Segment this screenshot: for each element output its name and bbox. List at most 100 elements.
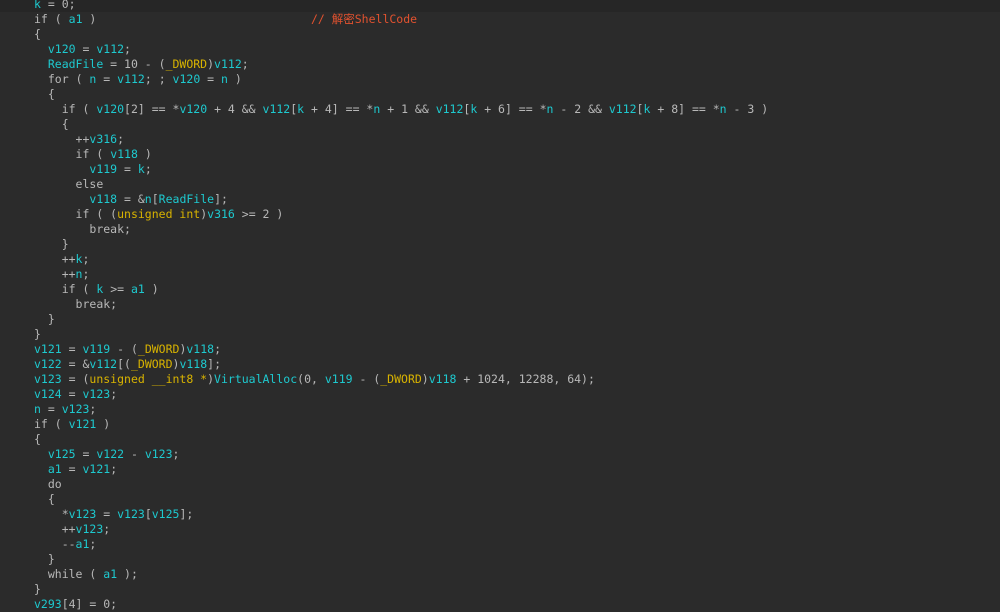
- punctuation-token: - (: [110, 342, 138, 356]
- code-line[interactable]: v118 = &n[ReadFile];: [34, 192, 1000, 207]
- punctuation-token: - (: [352, 372, 381, 386]
- punctuation-token: ;: [89, 402, 97, 416]
- punctuation-token: ;: [110, 297, 118, 311]
- identifier-token: v118: [179, 357, 208, 371]
- keyword-token: do: [47, 477, 62, 491]
- code-line[interactable]: n = v123;: [34, 402, 1000, 417]
- punctuation-token: ): [82, 12, 311, 26]
- code-line[interactable]: break;: [34, 297, 1000, 312]
- code-line[interactable]: ++k;: [34, 252, 1000, 267]
- punctuation-token: >=: [103, 282, 131, 296]
- punctuation-token: ( (: [89, 207, 118, 221]
- punctuation-token: (: [47, 417, 69, 431]
- punctuation-token: - 3 ): [726, 102, 769, 116]
- identifier-token: v316: [89, 132, 118, 146]
- code-line[interactable]: else: [34, 177, 1000, 192]
- punctuation-token: (0,: [297, 372, 325, 386]
- punctuation-token: }: [34, 237, 69, 251]
- identifier-token: v122: [96, 447, 125, 461]
- code-line[interactable]: }: [34, 582, 1000, 597]
- code-line[interactable]: ++v316;: [34, 132, 1000, 147]
- identifier-token: n: [34, 402, 41, 416]
- code-line[interactable]: do: [34, 477, 1000, 492]
- punctuation-token: ;: [117, 132, 125, 146]
- code-line[interactable]: }: [34, 327, 1000, 342]
- code-line[interactable]: {: [34, 87, 1000, 102]
- code-line[interactable]: {: [34, 492, 1000, 507]
- code-line[interactable]: v121 = v119 - (_DWORD)v118;: [34, 342, 1000, 357]
- type-cast-token: unsigned int: [117, 207, 201, 221]
- code-line[interactable]: v120 = v112;: [34, 42, 1000, 57]
- punctuation-token: (: [75, 282, 97, 296]
- code-line[interactable]: }: [34, 312, 1000, 327]
- code-line[interactable]: break;: [34, 222, 1000, 237]
- code-line[interactable]: if ( v120[2] == *v120 + 4 && v112[k + 4]…: [34, 102, 1000, 117]
- code-line[interactable]: v123 = (unsigned __int8 *)VirtualAlloc(0…: [34, 372, 1000, 387]
- punctuation-token: );: [117, 567, 138, 581]
- keyword-token: break: [75, 297, 111, 311]
- punctuation-token: [34, 297, 76, 311]
- code-line[interactable]: }: [34, 552, 1000, 567]
- code-line[interactable]: v122 = &v112[(_DWORD)v118];: [34, 357, 1000, 372]
- identifier-token: v119: [89, 162, 118, 176]
- code-line[interactable]: for ( n = v112; ; v120 = n ): [34, 72, 1000, 87]
- code-line[interactable]: if ( v121 ): [34, 417, 1000, 432]
- code-line[interactable]: v124 = v123;: [34, 387, 1000, 402]
- code-line[interactable]: {: [34, 117, 1000, 132]
- code-line[interactable]: if ( k >= a1 ): [34, 282, 1000, 297]
- code-line[interactable]: a1 = v121;: [34, 462, 1000, 477]
- punctuation-token: (: [75, 102, 97, 116]
- code-line[interactable]: ReadFile = 10 - (_DWORD)v112;: [34, 57, 1000, 72]
- identifier-token: v123: [75, 522, 104, 536]
- punctuation-token: + 1024, 12288, 64);: [456, 372, 595, 386]
- punctuation-token: }: [34, 552, 55, 566]
- punctuation-token: ;: [89, 537, 97, 551]
- punctuation-token: + 6] == *: [477, 102, 547, 116]
- punctuation-token: ;: [172, 447, 180, 461]
- punctuation-token: ;: [82, 252, 90, 266]
- punctuation-token: ;: [103, 522, 111, 536]
- punctuation-token: = &: [117, 192, 145, 206]
- punctuation-token: [34, 222, 89, 236]
- code-line[interactable]: if ( a1 ) // 解密ShellCode: [34, 12, 1000, 27]
- punctuation-token: =: [200, 72, 222, 86]
- identifier-token: v112: [435, 102, 464, 116]
- code-line[interactable]: v119 = k;: [34, 162, 1000, 177]
- identifier-token: v118: [89, 192, 118, 206]
- pseudocode-view[interactable]: k = 0; if ( a1 ) // 解密ShellCode{ v120 = v…: [0, 0, 1000, 612]
- code-line[interactable]: {: [34, 27, 1000, 42]
- punctuation-token: [34, 147, 76, 161]
- punctuation-token: [34, 207, 76, 221]
- code-line[interactable]: {: [34, 432, 1000, 447]
- punctuation-token: + 8] == *: [650, 102, 720, 116]
- punctuation-token: ; ;: [144, 72, 173, 86]
- code-line[interactable]: v125 = v122 - v123;: [34, 447, 1000, 462]
- keyword-token: if: [61, 282, 76, 296]
- type-cast-token: _DWORD: [137, 342, 180, 356]
- code-line[interactable]: *v123 = v123[v125];: [34, 507, 1000, 522]
- identifier-token: ReadFile: [158, 192, 215, 206]
- punctuation-token: [34, 162, 89, 176]
- code-line[interactable]: if ( (unsigned int)v316 >= 2 ): [34, 207, 1000, 222]
- punctuation-token: }: [34, 312, 55, 326]
- punctuation-token: [34, 72, 48, 86]
- identifier-token: v121: [82, 462, 111, 476]
- keyword-token: if: [34, 12, 48, 26]
- identifier-token: v119: [82, 342, 111, 356]
- identifier-token: v125: [47, 447, 76, 461]
- code-line[interactable]: while ( a1 );: [34, 567, 1000, 582]
- keyword-token: while: [47, 567, 83, 581]
- code-line[interactable]: k = 0;: [0, 0, 1000, 12]
- punctuation-token: [34, 462, 48, 476]
- identifier-token: v124: [34, 387, 62, 401]
- code-line[interactable]: --a1;: [34, 537, 1000, 552]
- identifier-token: a1: [47, 462, 62, 476]
- punctuation-token: + 1 &&: [380, 102, 436, 116]
- punctuation-token: >= 2 ): [234, 207, 284, 221]
- code-line[interactable]: }: [34, 237, 1000, 252]
- type-cast-token: _DWORD: [130, 357, 173, 371]
- punctuation-token: =: [75, 447, 97, 461]
- code-line[interactable]: if ( v118 ): [34, 147, 1000, 162]
- code-line[interactable]: ++v123;: [34, 522, 1000, 537]
- code-line[interactable]: ++n;: [34, 267, 1000, 282]
